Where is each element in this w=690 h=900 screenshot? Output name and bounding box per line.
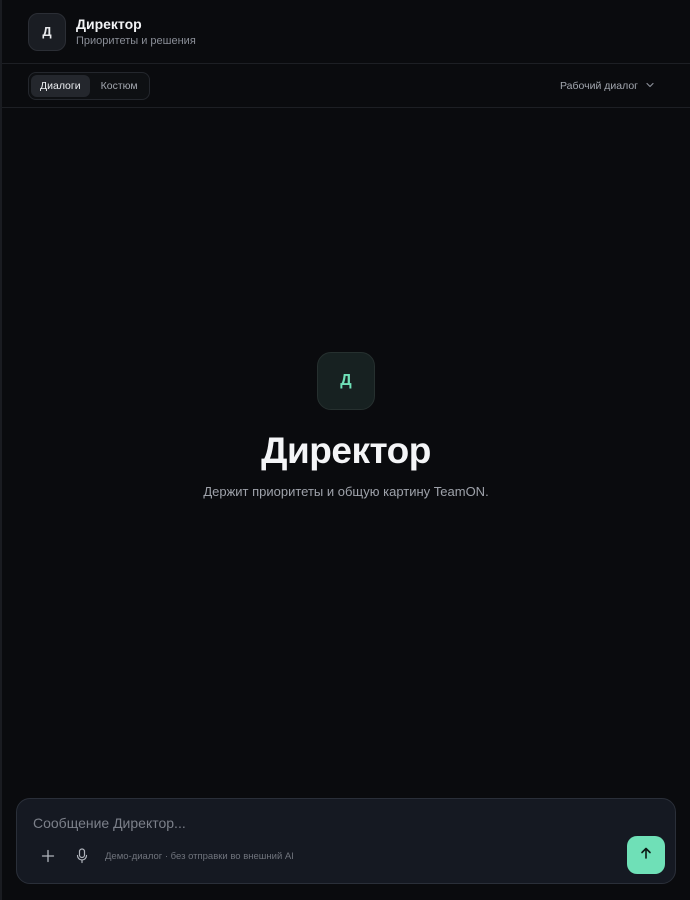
message-composer: Демо-диалог · без отправки во внешний AI — [16, 798, 676, 884]
page-subtitle: Приоритеты и решения — [76, 34, 196, 47]
app-window: Д Директор Приоритеты и решения Диалоги … — [0, 0, 690, 900]
agent-avatar: Д — [28, 12, 66, 51]
agent-avatar-large: Д — [317, 352, 375, 410]
toolbar: Диалоги Костюм Рабочий диалог — [2, 64, 690, 108]
view-switcher: Диалоги Костюм — [28, 71, 150, 100]
message-input[interactable] — [33, 813, 633, 833]
tab-dialogs[interactable]: Диалоги — [31, 74, 90, 97]
dialog-mode-label: Рабочий диалог — [560, 79, 638, 92]
header: Д Директор Приоритеты и решения — [2, 0, 690, 64]
send-button[interactable] — [627, 836, 665, 874]
dialog-mode-select[interactable]: Рабочий диалог — [560, 80, 654, 92]
microphone-icon[interactable] — [71, 845, 93, 867]
arrow-up-icon — [639, 846, 653, 865]
header-text: Директор Приоритеты и решения — [76, 16, 196, 48]
composer-hint: Демо-диалог · без отправки во внешний AI — [105, 850, 294, 862]
composer-actions: Демо-диалог · без отправки во внешний AI — [37, 845, 294, 867]
agent-description: Держит приоритеты и общую картину TeamON… — [203, 484, 489, 499]
tab-costume[interactable]: Костюм — [92, 75, 147, 97]
plus-icon[interactable] — [37, 845, 59, 867]
chevron-down-icon — [646, 80, 654, 90]
page-title: Директор — [76, 15, 142, 32]
agent-name-heading: Директор — [261, 430, 431, 471]
empty-state: Д Директор Держит приоритеты и общую кар… — [2, 352, 690, 500]
